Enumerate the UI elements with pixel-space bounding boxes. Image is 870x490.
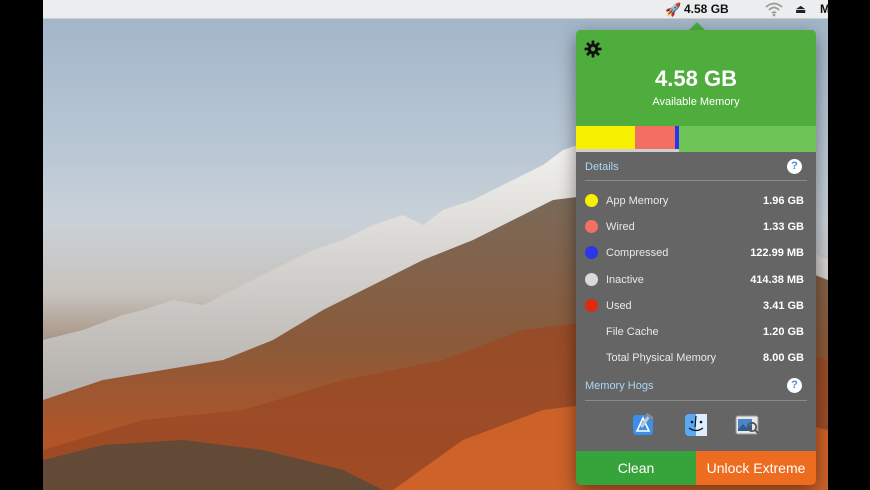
detail-label: File Cache (606, 326, 659, 338)
rocket-icon[interactable]: 🚀 (665, 2, 681, 17)
memory-popover: 4.58 GB Available Memory Details ? App M… (576, 30, 816, 485)
memory-hogs-help-button[interactable]: ? (787, 378, 802, 393)
legend-color-dot (585, 298, 598, 312)
detail-label: Compressed (606, 247, 669, 260)
legend-color-dot (585, 220, 598, 234)
detail-value: 3.41 GB (763, 299, 804, 312)
detail-label: Total Physical Memory (606, 352, 717, 365)
detail-row: Inactive 414.38 MB (576, 270, 816, 290)
clean-button[interactable]: Clean (576, 451, 696, 485)
detail-label: Inactive (606, 273, 644, 286)
legend-color-dot (585, 246, 598, 260)
detail-value: 1.96 GB (763, 195, 804, 207)
xcode-icon[interactable] (630, 413, 656, 437)
detail-value: 1.20 GB (763, 326, 804, 338)
detail-label: Wired (606, 221, 635, 234)
usage-bar-baseline (576, 149, 679, 152)
details-title: Details (585, 161, 619, 173)
detail-value: 414.38 MB (750, 273, 804, 286)
memory-hogs-divider (585, 400, 807, 401)
legend-color-dot (585, 272, 598, 286)
gear-icon[interactable] (584, 40, 602, 58)
detail-value: 1.33 GB (763, 221, 804, 234)
memory-hogs-title: Memory Hogs (585, 380, 654, 392)
detail-row: Total Physical Memory 8.00 GB (576, 348, 816, 368)
detail-row: Used 3.41 GB (576, 296, 816, 316)
eject-icon[interactable]: ⏏ (795, 1, 806, 17)
menubar-user-item[interactable]: M (820, 3, 830, 16)
detail-row: Wired 1.33 GB (576, 217, 816, 237)
details-divider (585, 180, 807, 181)
detail-row: App Memory 1.96 GB (576, 191, 816, 211)
unlock-extreme-button[interactable]: Unlock Extreme (696, 451, 816, 485)
memory-usage-bar (576, 126, 816, 152)
details-help-button[interactable]: ? (787, 159, 802, 174)
detail-label: Used (606, 299, 632, 312)
preview-icon[interactable] (734, 413, 760, 437)
detail-label: App Memory (606, 195, 669, 207)
finder-icon[interactable] (683, 413, 709, 437)
detail-row: Compressed 122.99 MB (576, 243, 816, 263)
menubar-memory-status[interactable]: 4.58 GB (684, 3, 729, 16)
wifi-icon[interactable] (765, 1, 783, 17)
available-memory-value: 4.58 GB (655, 66, 737, 91)
available-memory-label: Available Memory (652, 96, 740, 108)
detail-value: 122.99 MB (750, 247, 804, 260)
usage-segment-compressed (675, 126, 679, 149)
usage-segment-wired (635, 126, 675, 149)
detail-row: File Cache 1.20 GB (576, 322, 816, 342)
menu-bar: 🚀 4.58 GB ⏏ M (43, 0, 830, 19)
usage-segment-app-memory (576, 126, 635, 149)
popover-header: 4.58 GB Available Memory (576, 30, 816, 126)
legend-color-dot (585, 194, 598, 207)
detail-value: 8.00 GB (763, 352, 804, 365)
